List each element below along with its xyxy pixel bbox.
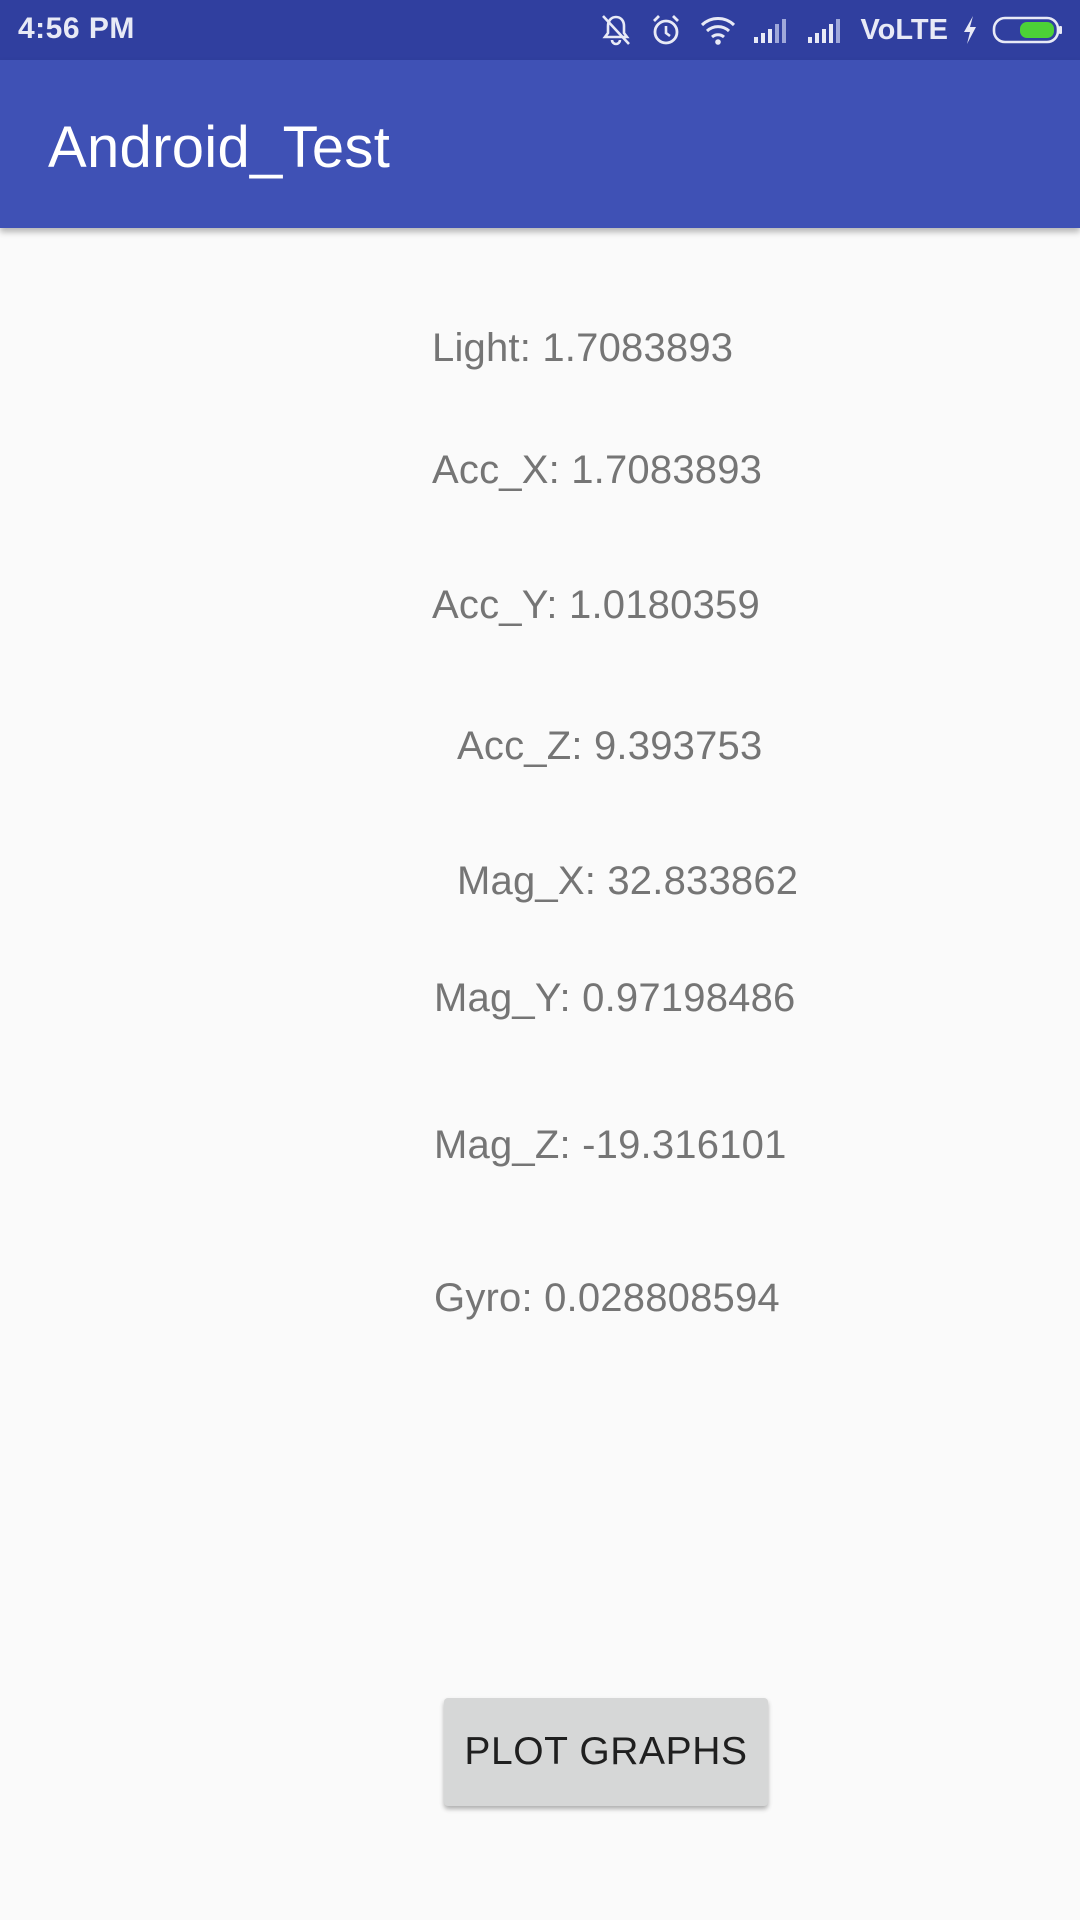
signal-icon [752,15,792,45]
signal-icon [806,15,846,45]
status-time: 4:56 PM [18,12,135,45]
wifi-icon [698,12,738,48]
app-bar: Android_Test [0,60,1080,228]
acc-y-reading: Acc_Y: 1.0180359 [432,583,760,627]
page-title: Android_Test [48,115,391,180]
mute-bell-icon [598,12,634,48]
status-bar: 4:56 PM VoLTE [0,0,1080,60]
acc-z-reading: Acc_Z: 9.393753 [457,724,763,768]
charging-bolt-icon [962,15,978,45]
light-reading: Light: 1.7083893 [432,326,734,370]
mag-z-reading: Mag_Z: -19.316101 [434,1123,787,1167]
alarm-icon [648,12,684,48]
plot-graphs-button[interactable]: PLOT GRAPHS [444,1698,768,1806]
mag-y-reading: Mag_Y: 0.97198486 [434,976,796,1020]
acc-x-reading: Acc_X: 1.7083893 [432,448,763,492]
mag-x-reading: Mag_X: 32.833862 [457,859,799,903]
status-icons: VoLTE [598,8,1064,52]
battery-icon [992,15,1064,45]
gyro-reading: Gyro: 0.028808594 [434,1276,780,1320]
network-label: VoLTE [860,13,948,46]
